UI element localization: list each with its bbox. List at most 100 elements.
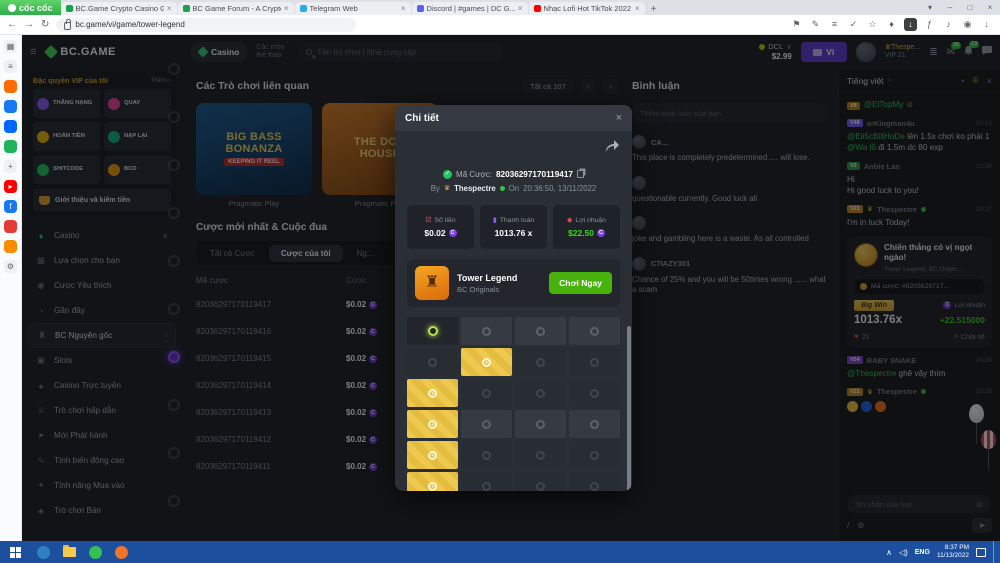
bookmark-star-icon[interactable]: ☆ bbox=[866, 18, 879, 31]
add-shortcut-icon[interactable]: + bbox=[4, 160, 17, 173]
minimize-button[interactable]: – bbox=[940, 3, 960, 12]
downloads-tray-icon[interactable]: ↓ bbox=[980, 18, 993, 31]
coccoc-brand-button[interactable]: cốc cốc bbox=[0, 0, 61, 15]
screen: cốc cốc BC.Game Crypto Casino Ga...×BC G… bbox=[0, 0, 1000, 563]
taskbar-clock[interactable]: 8:37 PM 11/13/2022 bbox=[937, 544, 969, 560]
pin-icon[interactable]: ⚑ bbox=[790, 18, 803, 31]
modal-close-button[interactable]: × bbox=[616, 112, 622, 124]
modal-scrollbar[interactable] bbox=[627, 326, 631, 491]
tower-cell-d[interactable] bbox=[569, 472, 620, 491]
workspace-button[interactable]: ▾ bbox=[920, 3, 940, 12]
translate-icon[interactable]: ✎ bbox=[809, 18, 822, 31]
tower-cell-win[interactable] bbox=[407, 441, 458, 469]
new-tab-button[interactable]: + bbox=[646, 4, 662, 15]
tower-cell-e[interactable] bbox=[515, 410, 566, 438]
address-bar[interactable]: bc.game/vi/game/tower-legend bbox=[56, 18, 356, 32]
volume-icon[interactable]: ◁) bbox=[899, 548, 908, 557]
browser-tab[interactable]: Telegram Web× bbox=[295, 2, 411, 15]
tab-close-icon[interactable]: × bbox=[518, 4, 523, 13]
tower-cell-e[interactable] bbox=[569, 317, 620, 345]
forward-button[interactable]: → bbox=[24, 19, 34, 30]
tower-cell-e[interactable] bbox=[515, 317, 566, 345]
messenger-icon[interactable] bbox=[4, 100, 17, 113]
tower-cell-d[interactable] bbox=[461, 379, 512, 407]
tower-cell-d[interactable] bbox=[461, 441, 512, 469]
back-button[interactable]: ← bbox=[7, 19, 17, 30]
tower-cell-win[interactable] bbox=[407, 410, 458, 438]
tray-expand-icon[interactable]: ∧ bbox=[886, 548, 892, 557]
browser-tab[interactable]: Discord | #games | DC G...× bbox=[412, 2, 528, 15]
tower-cell-win[interactable] bbox=[461, 348, 512, 376]
start-button[interactable] bbox=[0, 541, 30, 563]
tower-cell-e[interactable] bbox=[461, 410, 512, 438]
on-label: On bbox=[509, 184, 519, 193]
tower-cell-icon bbox=[536, 389, 545, 398]
tab-favicon bbox=[417, 5, 424, 12]
copy-icon[interactable] bbox=[577, 170, 584, 178]
tower-cell-next[interactable] bbox=[407, 317, 458, 345]
reading-list-icon[interactable]: ≡ bbox=[4, 60, 17, 73]
taskbar-icons bbox=[30, 541, 134, 563]
tab-strip: cốc cốc BC.Game Crypto Casino Ga...×BC G… bbox=[0, 0, 1000, 15]
tower-cell-d[interactable] bbox=[515, 379, 566, 407]
download-manager-icon[interactable]: ↓ bbox=[904, 18, 917, 31]
tower-cell-d[interactable] bbox=[569, 348, 620, 376]
coccoc-icon[interactable] bbox=[82, 541, 108, 563]
tower-cell-e[interactable] bbox=[461, 317, 512, 345]
tower-cell-icon bbox=[590, 358, 599, 367]
edge-icon[interactable] bbox=[30, 541, 56, 563]
reload-button[interactable]: ↻ bbox=[41, 19, 49, 30]
language-indicator[interactable]: ENG bbox=[915, 549, 930, 556]
stat-amount: ⚂Số tiền $0.02C bbox=[407, 205, 474, 249]
calculator-icon[interactable] bbox=[4, 240, 17, 253]
tab-close-icon[interactable]: × bbox=[284, 4, 289, 13]
games-icon[interactable] bbox=[4, 140, 17, 153]
tower-cell-d[interactable] bbox=[461, 472, 512, 491]
show-desktop-button[interactable] bbox=[993, 541, 996, 563]
browser-tab[interactable]: BC Game Forum - A Crypto...× bbox=[178, 2, 294, 15]
adblock-shield-icon[interactable]: ♦ bbox=[885, 18, 898, 31]
bet-details-modal: Chi tiết × ✓ Mã Cược: 82036297170119417 bbox=[395, 105, 632, 491]
tower-cell-d[interactable] bbox=[569, 441, 620, 469]
firefox-icon[interactable] bbox=[108, 541, 134, 563]
stat-profit-label: Lợi nhuận bbox=[575, 217, 606, 224]
file-explorer-icon[interactable] bbox=[56, 541, 82, 563]
youtube-icon[interactable]: ▸ bbox=[4, 180, 17, 193]
tab-close-icon[interactable]: × bbox=[635, 4, 640, 13]
tower-cell-e[interactable] bbox=[569, 410, 620, 438]
tower-legend-thumbnail[interactable]: ♜ bbox=[415, 266, 449, 300]
apps-grid-icon[interactable]: ▦ bbox=[4, 40, 17, 53]
facebook-icon[interactable]: f bbox=[4, 200, 17, 213]
tower-cell-icon bbox=[428, 482, 437, 491]
tower-cell-d[interactable] bbox=[569, 379, 620, 407]
close-button[interactable]: × bbox=[980, 3, 1000, 12]
action-center-icon[interactable] bbox=[976, 548, 986, 557]
maximize-button[interactable]: □ bbox=[960, 3, 980, 12]
profile-icon[interactable]: ◉ bbox=[961, 18, 974, 31]
tab-title: BC Game Forum - A Crypto... bbox=[193, 4, 281, 13]
red-envelope-icon[interactable] bbox=[4, 220, 17, 233]
tower-cell-d[interactable] bbox=[515, 441, 566, 469]
checker-icon[interactable]: ✓ bbox=[847, 18, 860, 31]
settings-icon[interactable]: ⚙ bbox=[4, 260, 17, 273]
tab-close-icon[interactable]: × bbox=[401, 4, 406, 13]
tower-cell-d[interactable] bbox=[515, 472, 566, 491]
tower-cell-d[interactable] bbox=[515, 348, 566, 376]
zalo-icon[interactable] bbox=[4, 120, 17, 133]
currency-icon[interactable]: ƒ bbox=[923, 18, 936, 31]
tower-cell-d[interactable] bbox=[407, 348, 458, 376]
coin-icon: C bbox=[597, 229, 605, 237]
tower-cell-win[interactable] bbox=[407, 379, 458, 407]
play-now-button[interactable]: Chơi Ngay bbox=[549, 272, 612, 294]
browser-tab[interactable]: Nhạc Lofi Hot TikTok 2022 -× bbox=[529, 2, 645, 15]
by-label: By bbox=[431, 184, 440, 193]
player-name[interactable]: Thespectre bbox=[454, 184, 496, 193]
browser-tab[interactable]: BC.Game Crypto Casino Ga...× bbox=[61, 2, 177, 15]
clipboard-icon[interactable]: ≡ bbox=[828, 18, 841, 31]
media-icon[interactable]: ♪ bbox=[942, 18, 955, 31]
tab-close-icon[interactable]: × bbox=[167, 4, 172, 13]
share-bet-icon[interactable] bbox=[604, 139, 620, 153]
hot-trends-icon[interactable] bbox=[4, 80, 17, 93]
tower-cell-icon bbox=[482, 420, 491, 429]
tower-cell-win[interactable] bbox=[407, 472, 458, 491]
